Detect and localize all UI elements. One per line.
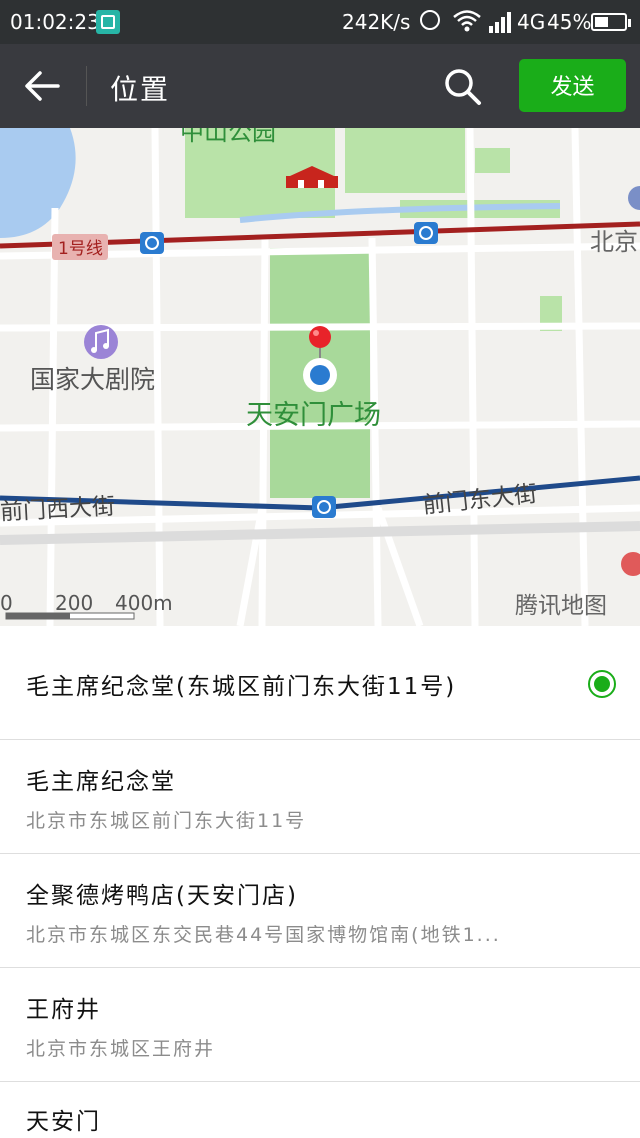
send-button[interactable]: 发送	[519, 59, 626, 112]
selected-radio-icon	[588, 670, 616, 698]
park-block	[345, 128, 465, 193]
place-item[interactable]: 王府井 北京市东城区王府井	[0, 968, 640, 1082]
map-label-beijing: 北京	[590, 228, 638, 256]
poi-icon	[628, 186, 640, 210]
place-title: 王府井	[26, 997, 101, 1023]
scale-label-200: 200	[55, 591, 93, 615]
map-label-park: 中山公园	[180, 128, 276, 146]
alarm-icon	[420, 10, 440, 30]
place-title: 天安门	[26, 1109, 101, 1135]
place-item[interactable]: 全聚德烤鸭店(天安门店) 北京市东城区东交民巷44号国家博物馆南(地铁1...	[0, 854, 640, 968]
scale-label-0: 0	[0, 591, 13, 615]
back-arrow-icon[interactable]	[22, 68, 62, 104]
map-watermark: 腾讯地图	[515, 593, 607, 619]
status-time: 01:02:23	[10, 10, 100, 34]
battery-fill	[595, 17, 608, 27]
metro-station-icon	[140, 232, 164, 254]
map-view[interactable]: 中山公园 1号线 北京 国家大剧院 天安门广场 前门西大街 前门东大街 0 20…	[0, 128, 640, 626]
wifi-icon	[453, 10, 481, 32]
header-divider	[86, 66, 87, 106]
place-item[interactable]: 天安门	[0, 1082, 640, 1138]
title-bar: 位置 发送	[0, 44, 640, 128]
lake	[0, 128, 76, 238]
network-type: 4G	[517, 10, 546, 34]
place-address: 北京市东城区王府井	[26, 1038, 216, 1060]
metro-station-icon	[414, 222, 438, 244]
battery-percent: 45%	[547, 10, 592, 34]
places-list: 毛主席纪念堂(东城区前门东大街11号) 毛主席纪念堂 北京市东城区前门东大街11…	[0, 626, 640, 1138]
major-roads	[0, 521, 640, 545]
scale-label-400: 400m	[115, 591, 173, 615]
signal-icon	[489, 12, 511, 33]
place-item-selected[interactable]: 毛主席纪念堂(东城区前门东大街11号)	[0, 626, 640, 740]
place-item[interactable]: 毛主席纪念堂 北京市东城区前门东大街11号	[0, 740, 640, 854]
map-label-metro-line: 1号线	[58, 239, 103, 259]
screenshot-icon	[96, 10, 120, 34]
map-label-theater: 国家大剧院	[30, 365, 155, 394]
place-address: 北京市东城区前门东大街11号	[26, 810, 307, 832]
map-canvas: 中山公园 1号线 北京 国家大剧院 天安门广场 前门西大街 前门东大街 0 20…	[0, 128, 640, 626]
place-title: 全聚德烤鸭店(天安门店)	[26, 883, 298, 909]
net-speed: 242K/s	[342, 10, 411, 34]
music-icon	[84, 325, 118, 359]
park-block	[475, 148, 510, 173]
battery-icon	[591, 13, 631, 31]
page-title: 位置	[110, 73, 171, 106]
status-bar: 01:02:23 242K/s 4G 45%	[0, 0, 640, 44]
poi-icon	[621, 552, 640, 576]
search-icon[interactable]	[442, 66, 482, 106]
place-title: 毛主席纪念堂	[26, 769, 176, 795]
map-label-square: 天安门广场	[246, 400, 381, 431]
place-address: 北京市东城区东交民巷44号国家博物馆南(地铁1...	[26, 924, 501, 946]
place-title: 毛主席纪念堂(东城区前门东大街11号)	[26, 674, 457, 700]
metro-station-icon	[312, 496, 336, 518]
